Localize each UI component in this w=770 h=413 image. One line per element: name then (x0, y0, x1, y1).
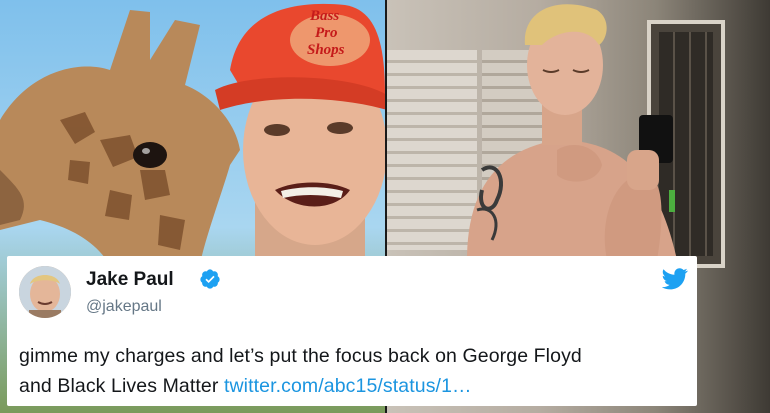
hat-logo-text-2: Pro (315, 25, 338, 41)
tweet-link[interactable]: twitter.com/abc15/status/1… (224, 375, 472, 397)
verified-badge-icon (200, 269, 220, 289)
tweet-text-line-1: gimme my charges and let’s put the focus… (19, 345, 582, 367)
tweet-text: gimme my charges and let’s put the focus… (19, 341, 689, 401)
tweet-card[interactable]: Jake Paul @jakepaul gimme my charges and… (7, 256, 697, 406)
display-name[interactable]: Jake Paul (86, 269, 174, 291)
tweet-text-line-2-prefix: and Black Lives Matter (19, 375, 224, 397)
avatar-image (19, 266, 71, 318)
hat-logo-text-1: Bass (309, 8, 339, 24)
person-mirror-selfie (467, 4, 677, 260)
avatar[interactable] (19, 266, 71, 318)
giraffe-illustration (0, 10, 240, 290)
twitter-bird-icon[interactable] (662, 268, 688, 290)
person-selfie-left: Bass Pro Shops (215, 3, 385, 260)
tweet-text-line-2: and Black Lives Matter twitter.com/abc15… (19, 371, 689, 401)
hat-logo-text-3: Shops (307, 42, 345, 58)
user-handle[interactable]: @jakepaul (86, 298, 162, 316)
